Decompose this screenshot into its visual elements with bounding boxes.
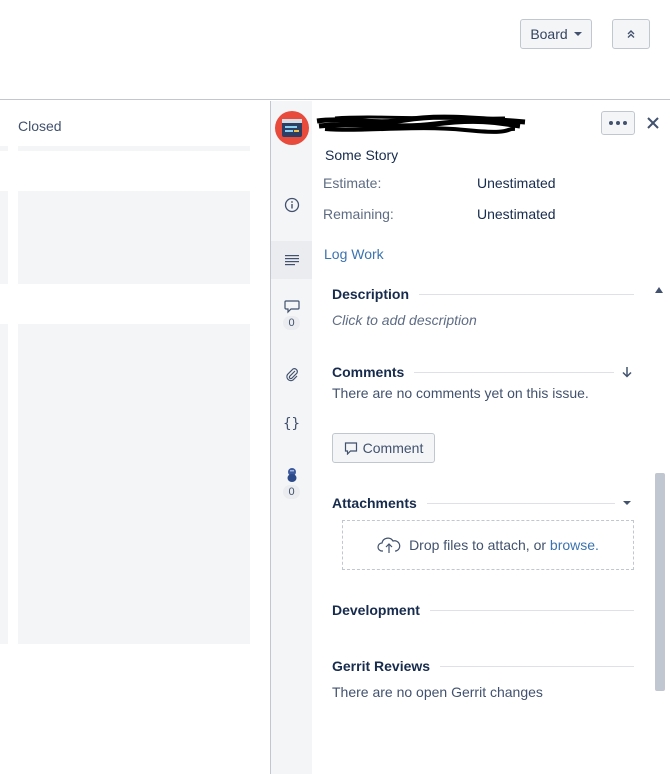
rail-description-button[interactable] [271,241,312,279]
gerrit-title: Gerrit Reviews [332,658,431,674]
attachments-title: Attachments [332,495,417,511]
description-title: Description [332,286,410,302]
development-title: Development [332,602,420,618]
more-dot [623,121,627,125]
estimate-label: Estimate: [323,175,382,191]
speech-bubble-icon [283,300,300,314]
more-dots-icon [609,121,613,125]
cloud-upload-icon [377,537,401,553]
drop-files-text: Drop files to attach, or [409,537,547,553]
add-comment-label: Comment [362,440,424,456]
rail-details-button[interactable] [271,197,312,213]
top-toolbar: Board [0,0,670,100]
code-braces-icon: {} [283,416,300,432]
board-button-label: Board [530,26,568,42]
rail-comments-button[interactable]: 0 [271,298,312,330]
development-section-header: Development [332,600,634,620]
card-placeholder [0,324,8,644]
comments-title: Comments [332,364,405,380]
gerrit-icon [287,468,296,482]
gerrit-section-header: Gerrit Reviews [332,656,634,676]
estimate-value[interactable]: Unestimated [477,175,556,191]
log-work-link[interactable]: Log Work [324,246,384,262]
divider [440,665,634,667]
chevron-down-icon[interactable] [623,501,631,505]
attachments-section-header: Attachments [332,493,634,513]
more-dot [616,121,620,125]
no-comments-text: There are no comments yet on this issue. [332,385,589,401]
card-placeholder [0,191,8,284]
no-gerrit-changes-text: There are no open Gerrit changes [332,684,543,700]
issue-detail-panel: 0 {} 0 Some Story Estimate: Unestimated … [270,101,670,774]
chevron-down-icon [573,32,582,36]
rail-development-button[interactable]: {} [271,416,312,432]
comments-section-header: Comments [332,362,634,382]
sort-arrow-down-icon[interactable] [620,365,634,379]
board-button[interactable]: Board [520,19,592,49]
issue-summary[interactable]: Some Story [325,147,398,163]
gerrit-count-badge: 0 [283,485,300,499]
card-placeholder [18,324,250,644]
divider [429,609,634,611]
detail-nav-rail: 0 {} 0 [271,101,312,774]
card-placeholder [0,146,8,151]
card-placeholder [18,146,250,151]
text-lines-icon [284,255,299,266]
add-comment-button[interactable]: Comment [332,433,435,463]
close-icon[interactable] [645,115,661,131]
rail-gerrit-button[interactable]: 0 [271,467,312,499]
browse-link[interactable]: browse. [550,537,599,553]
comments-count-badge: 0 [283,316,300,330]
app-root: Board Closed 0 {} 0 Some Story Estimate:… [0,0,670,774]
description-placeholder[interactable]: Click to add description [332,312,477,328]
card-placeholder [18,191,250,284]
board-column-area: Closed [0,101,270,774]
column-title: Closed [18,118,62,134]
redaction-scribble [316,114,526,134]
remaining-value[interactable]: Unestimated [477,206,556,222]
description-section-header: Description [332,284,634,304]
paperclip-icon [285,368,298,382]
scrollbar-thumb[interactable] [655,473,665,691]
double-chevron-up-icon [627,30,635,38]
dropzone-text: Drop files to attach, or browse. [409,537,599,553]
scroll-up-arrow-icon[interactable] [655,287,663,293]
divider [426,502,615,504]
attachment-dropzone[interactable]: Drop files to attach, or browse. [342,520,634,570]
rail-attachments-button[interactable] [271,366,312,382]
comment-bubble-icon [344,442,357,455]
story-avatar-icon [275,111,309,145]
remaining-label: Remaining: [323,206,394,222]
info-icon [284,197,299,213]
divider [419,293,634,295]
more-actions-button[interactable] [601,111,635,135]
divider [414,371,614,373]
collapse-header-button[interactable] [612,19,650,49]
